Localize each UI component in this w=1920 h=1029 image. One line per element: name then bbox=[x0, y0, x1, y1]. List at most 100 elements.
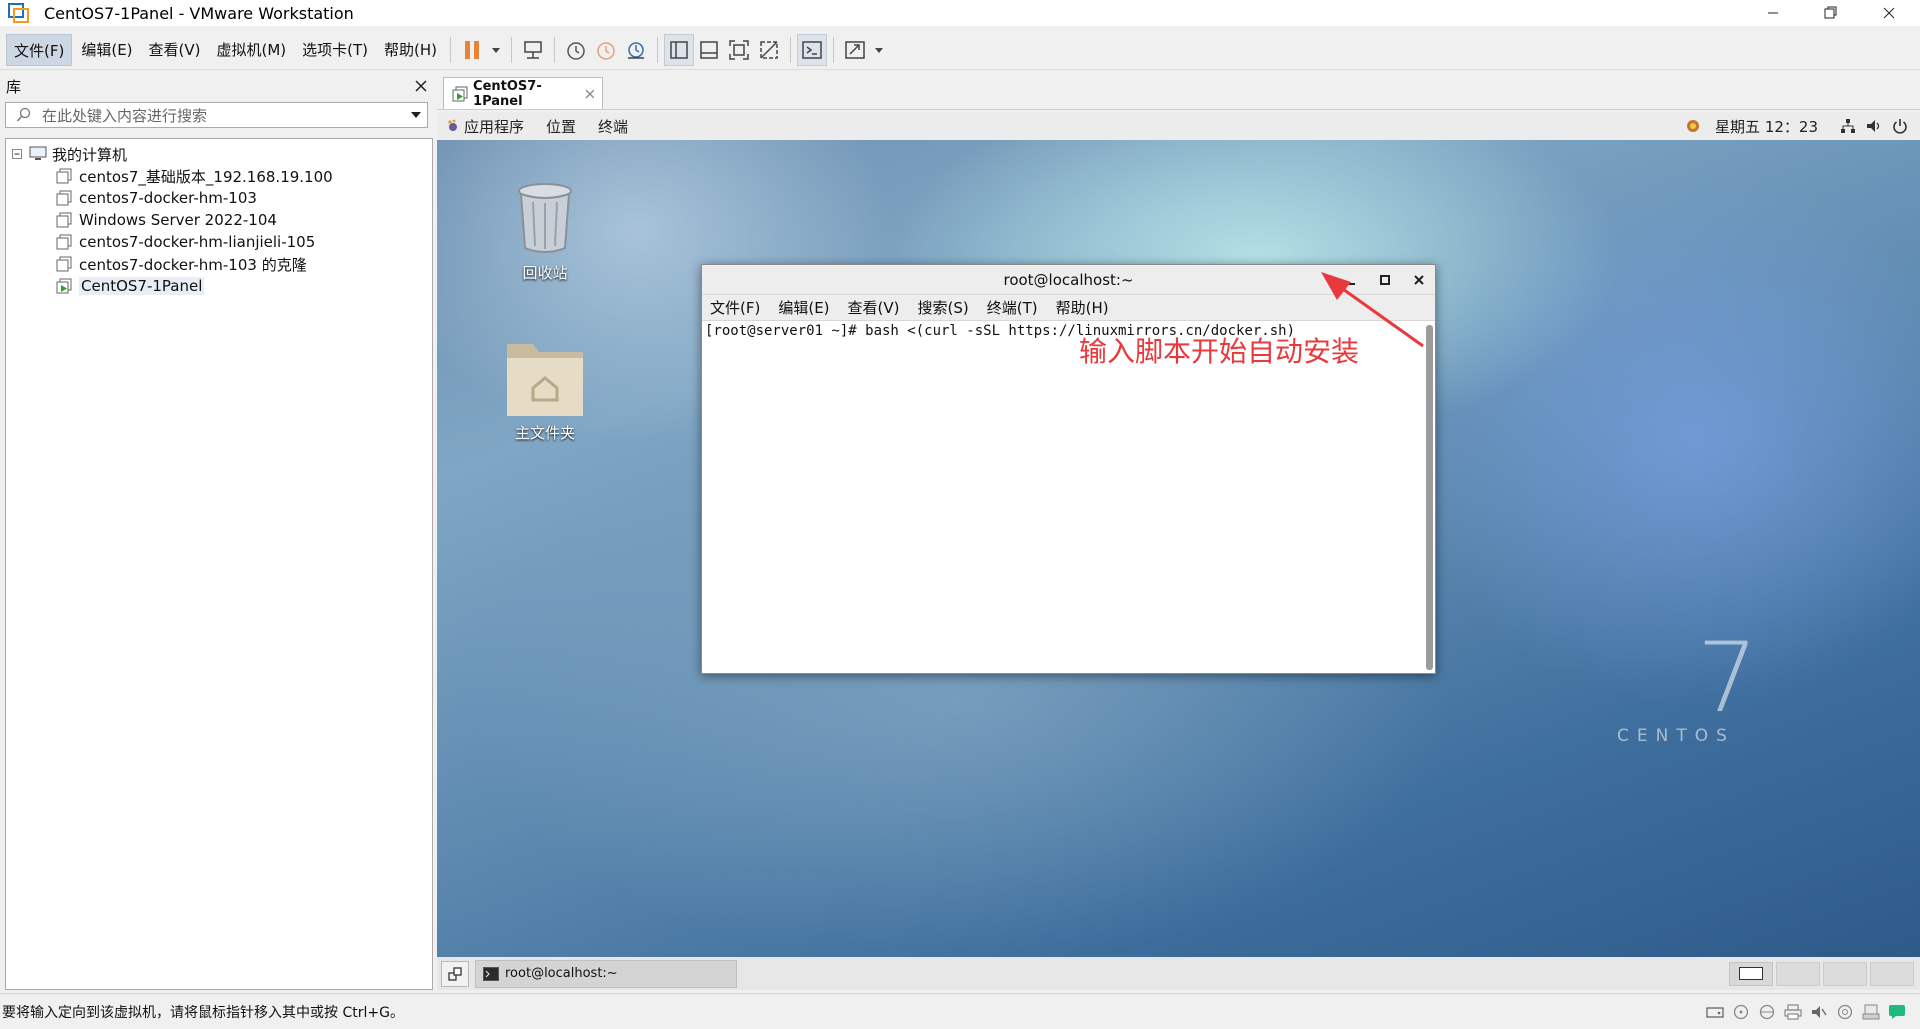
snapshot-manager-button[interactable] bbox=[621, 34, 651, 66]
collapse-icon[interactable] bbox=[12, 148, 23, 160]
library-tree: 我的计算机 centos7_基础版本_192.168.19.100 centos… bbox=[5, 138, 433, 990]
guest-taskbar: root@localhost:~ bbox=[437, 957, 1920, 990]
desktop-trash[interactable]: 回收站 bbox=[490, 182, 600, 283]
gnome-clock[interactable]: 星期五 12：23 bbox=[1715, 116, 1818, 137]
terminal-scrollbar[interactable] bbox=[1426, 325, 1433, 670]
menu-toolbar: 文件(F) 编辑(E) 查看(V) 虚拟机(M) 选项卡(T) 帮助(H) bbox=[0, 30, 1920, 70]
toolbar-separator bbox=[450, 36, 452, 63]
close-icon bbox=[1883, 7, 1895, 19]
hard-disk-icon[interactable] bbox=[1706, 1004, 1724, 1020]
vm-tab-centos7-1panel[interactable]: CentOS7-1Panel bbox=[443, 77, 603, 109]
gnome-foot-icon bbox=[448, 119, 457, 131]
power-dropdown[interactable] bbox=[487, 34, 505, 66]
tree-vm-label: centos7-docker-hm-103 的克隆 bbox=[79, 255, 307, 274]
display-icon[interactable] bbox=[1862, 1004, 1880, 1020]
terminal-menu-terminal[interactable]: 终端(T) bbox=[987, 297, 1038, 318]
close-library-icon[interactable] bbox=[415, 80, 427, 92]
desktop-home-folder[interactable]: 主文件夹 bbox=[490, 336, 600, 443]
menu-help[interactable]: 帮助(H) bbox=[377, 34, 444, 66]
usb-icon[interactable] bbox=[1836, 1004, 1854, 1020]
tree-vm-item-selected[interactable]: CentOS7-1Panel bbox=[6, 275, 432, 297]
gnome-places-menu[interactable]: 位置 bbox=[546, 116, 576, 137]
workspace-3[interactable] bbox=[1823, 961, 1867, 986]
full-screen-icon bbox=[729, 39, 749, 60]
network-adapter-icon[interactable] bbox=[1758, 1004, 1776, 1020]
terminal-menu-search[interactable]: 搜索(S) bbox=[918, 297, 969, 318]
tree-vm-item[interactable]: Windows Server 2022-104 bbox=[6, 209, 432, 231]
sound-card-icon[interactable] bbox=[1810, 1004, 1828, 1020]
terminal-output[interactable]: [root@server01 ~]# bash <(curl -sSL http… bbox=[702, 321, 1424, 673]
computer-icon bbox=[29, 146, 47, 160]
chevron-down-icon[interactable] bbox=[410, 111, 422, 119]
workspace-2[interactable] bbox=[1776, 961, 1820, 986]
gnome-top-bar: 应用程序 位置 终端 星期五 12：23 bbox=[437, 112, 1920, 140]
menu-edit[interactable]: 编辑(E) bbox=[74, 34, 139, 66]
close-window-button[interactable] bbox=[1866, 0, 1912, 26]
gnome-applications-menu[interactable]: 应用程序 bbox=[464, 116, 524, 137]
chevron-down-icon bbox=[875, 47, 884, 53]
centos-branding: 7 CENTOS bbox=[1617, 630, 1758, 746]
gnome-terminal-menu[interactable]: 终端 bbox=[598, 116, 628, 137]
menu-file[interactable]: 文件(F) bbox=[6, 33, 73, 66]
revert-snapshot-icon bbox=[597, 41, 615, 60]
tree-vm-item[interactable]: centos7_基础版本_192.168.19.100 bbox=[6, 165, 432, 187]
full-screen-button[interactable] bbox=[724, 34, 754, 66]
console-view-button[interactable] bbox=[797, 33, 828, 66]
tree-root-my-computer[interactable]: 我的计算机 bbox=[6, 143, 432, 165]
device-icons bbox=[1706, 1003, 1906, 1020]
desktop-trash-label: 回收站 bbox=[522, 264, 568, 282]
tree-vm-label: centos7-docker-hm-lianjieli-105 bbox=[79, 233, 316, 251]
stretch-dropdown[interactable] bbox=[870, 34, 888, 66]
restore-button[interactable] bbox=[1808, 0, 1854, 26]
workspace-window-preview bbox=[1739, 967, 1763, 980]
network-icon[interactable] bbox=[1840, 118, 1856, 134]
show-thumbnail-button[interactable] bbox=[694, 34, 724, 66]
keyboard-send-icon bbox=[524, 40, 542, 59]
unity-button[interactable] bbox=[754, 34, 784, 66]
terminal-menu-help[interactable]: 帮助(H) bbox=[1056, 297, 1109, 318]
terminal-menu-file[interactable]: 文件(F) bbox=[710, 297, 760, 318]
guest-desktop[interactable]: 回收站 主文件夹 root@localhost:~ 文件(F) 编辑(E) 查看… bbox=[437, 140, 1920, 957]
close-tab-icon[interactable] bbox=[585, 89, 594, 99]
power-icon[interactable] bbox=[1892, 118, 1908, 134]
toolbar-separator bbox=[657, 36, 659, 63]
vm-running-icon bbox=[452, 86, 468, 101]
terminal-menu-view[interactable]: 查看(V) bbox=[848, 297, 900, 318]
pause-button[interactable] bbox=[457, 34, 487, 66]
terminal-menu-edit[interactable]: 编辑(E) bbox=[778, 297, 829, 318]
snapshot-icon bbox=[567, 41, 585, 60]
tree-root-label: 我的计算机 bbox=[52, 145, 128, 164]
tree-vm-item[interactable]: centos7-docker-hm-103 的克隆 bbox=[6, 253, 432, 275]
message-log-icon[interactable] bbox=[1888, 1004, 1906, 1020]
send-ctrl-alt-del-button[interactable] bbox=[518, 34, 548, 66]
trash-icon bbox=[518, 183, 572, 253]
show-library-button[interactable] bbox=[664, 33, 695, 66]
window-title: CentOS7-1Panel - VMware Workstation bbox=[44, 3, 354, 23]
search-icon bbox=[16, 107, 31, 122]
taskbar-terminal-label: root@localhost:~ bbox=[505, 966, 618, 981]
volume-icon[interactable] bbox=[1866, 118, 1882, 134]
cd-dvd-icon[interactable] bbox=[1732, 1004, 1750, 1020]
minimize-button[interactable] bbox=[1750, 0, 1796, 26]
console-icon bbox=[802, 40, 822, 59]
menu-vm[interactable]: 虚拟机(M) bbox=[210, 34, 294, 66]
stretch-icon bbox=[845, 40, 865, 59]
taskbar-terminal-item[interactable]: root@localhost:~ bbox=[475, 959, 737, 988]
printer-icon[interactable] bbox=[1784, 1003, 1802, 1020]
tree-vm-label: centos7-docker-hm-103 bbox=[79, 189, 257, 207]
revert-snapshot-button[interactable] bbox=[591, 34, 621, 66]
vm-tabbar: CentOS7-1Panel bbox=[437, 72, 1920, 110]
tree-vm-item[interactable]: centos7-docker-hm-103 bbox=[6, 187, 432, 209]
library-search-input[interactable]: 在此处键入内容进行搜索 bbox=[5, 102, 428, 128]
unity-icon bbox=[760, 40, 778, 59]
show-desktop-button[interactable] bbox=[441, 960, 469, 987]
workspace-4[interactable] bbox=[1870, 961, 1914, 986]
vmware-icon bbox=[8, 3, 29, 23]
workspace-1[interactable] bbox=[1729, 961, 1773, 986]
stretch-guest-button[interactable] bbox=[840, 34, 870, 66]
tree-vm-item[interactable]: centos7-docker-hm-lianjieli-105 bbox=[6, 231, 432, 253]
menu-tabs[interactable]: 选项卡(T) bbox=[295, 34, 375, 66]
menu-view[interactable]: 查看(V) bbox=[142, 34, 208, 66]
snapshot-button[interactable] bbox=[561, 34, 591, 66]
minimize-icon bbox=[1768, 12, 1778, 14]
